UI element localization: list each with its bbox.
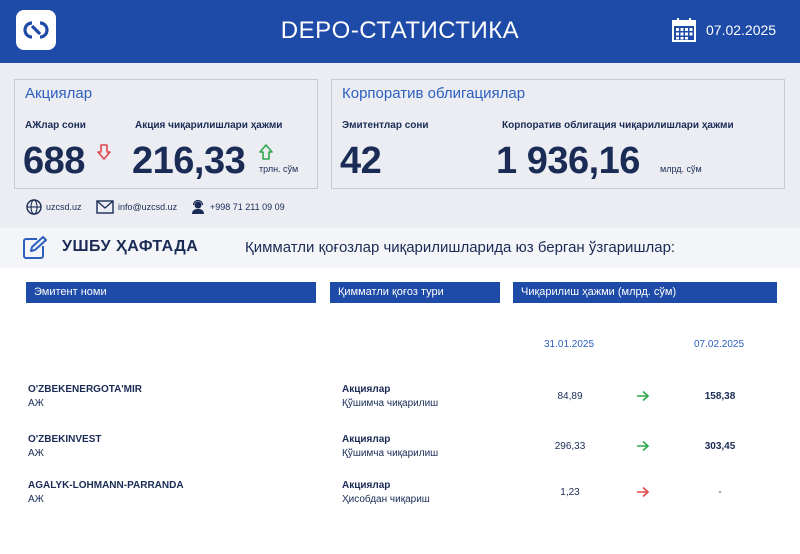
arrow-right-icon [637, 486, 650, 498]
column-header-issuer: Эмитент номи [26, 282, 316, 303]
this-week-bar: УШБУ ҲАФТАДА Қимматли қоғозлар чиқарилиш… [0, 228, 800, 268]
mail-icon [96, 200, 114, 214]
bond-issuers-label: Эмитентлар сони [342, 120, 429, 131]
volume-old: 296,33 [554, 441, 586, 452]
issue-action: Қўшимча чиқарилиш [342, 398, 439, 409]
shares-box: Акциялар АЖлар сони 688 Акция чиқарилишл… [14, 79, 318, 189]
arrow-up-icon [259, 144, 273, 160]
volume-new: - [718, 487, 722, 498]
website-link[interactable]: uzcsd.uz [26, 198, 82, 216]
issuer-name: O'ZBEKENERGOTA'MIR [28, 384, 143, 395]
edit-icon [23, 236, 47, 259]
table-row: O'ZBEKENERGOTA'MIR АЖ Акциялар Қўшимча ч… [0, 384, 800, 424]
issuer-name: AGALYK-LOHMANN-PARRANDA [28, 480, 184, 491]
report-date: 07.02.2025 [706, 22, 777, 38]
security-type: Акциялар [342, 480, 391, 491]
issue-action: Қўшимча чиқарилиш [342, 448, 439, 459]
table-row: AGALYK-LOHMANN-PARRANDA АЖ Акциялар Ҳисо… [0, 480, 800, 520]
shares-volume-label: Акция чиқарилишлари ҳажми [135, 120, 283, 131]
bonds-volume-unit: млрд. сўм [660, 164, 702, 174]
shares-volume-unit: трлн. сўм [259, 164, 299, 174]
email-link[interactable]: info@uzcsd.uz [96, 198, 177, 216]
issuer-type: АЖ [28, 398, 44, 409]
arrow-down-icon [97, 144, 111, 160]
volume-old: 84,89 [557, 391, 583, 402]
security-type: Акциялар [342, 434, 391, 445]
bonds-title: Корпоратив облигациялар [342, 85, 526, 102]
bond-issuers-value: 42 [340, 140, 382, 182]
column-header-security-type: Қимматли қоғоз тури [330, 282, 500, 303]
security-type: Акциялар [342, 384, 391, 395]
calendar-icon [672, 18, 696, 42]
volume-new: 303,45 [704, 441, 736, 452]
this-week-label: УШБУ ҲАФТАДА [62, 238, 199, 255]
phone-text: +998 71 211 09 09 [210, 202, 285, 212]
issuer-type: АЖ [28, 448, 44, 459]
bonds-volume-value: 1 936,16 [496, 140, 640, 182]
bonds-box: Корпоратив облигациялар Эмитентлар сони … [331, 79, 785, 189]
jsc-count-value: 688 [23, 140, 85, 182]
email-text: info@uzcsd.uz [118, 202, 178, 212]
date-new-header: 07.02.2025 [694, 339, 745, 350]
phone-link[interactable]: +998 71 211 09 09 [190, 198, 285, 216]
changes-subtitle: Қимматли қоғозлар чиқарилишларида юз бер… [245, 239, 676, 256]
globe-icon [26, 199, 42, 215]
support-icon [192, 199, 204, 214]
shares-title: Акциялар [25, 85, 93, 102]
website-text: uzcsd.uz [46, 202, 82, 212]
issue-action: Ҳисобдан чиқариш [342, 494, 430, 505]
arrow-right-icon [637, 440, 650, 452]
table-row: O'ZBEKINVEST АЖ Акциялар Қўшимча чиқарил… [0, 434, 800, 474]
column-header-volume: Чиқарилиш ҳажми (млрд. сўм) [513, 282, 777, 303]
contacts-bar: uzcsd.uz info@uzcsd.uz +998 71 211 09 09 [0, 198, 800, 220]
volume-new: 158,38 [704, 391, 736, 402]
arrow-right-icon [637, 390, 650, 402]
jsc-count-label: АЖлар сони [25, 120, 86, 131]
issuer-type: АЖ [28, 494, 44, 505]
issuer-name: O'ZBEKINVEST [28, 434, 102, 445]
volume-old: 1,23 [560, 487, 580, 498]
header-bar: DEPO-СТАТИСТИКА 07.02.2025 [0, 0, 800, 63]
date-old-header: 31.01.2025 [544, 339, 595, 350]
stats-panel: Акциялар АЖлар сони 688 Акция чиқарилишл… [0, 63, 800, 228]
shares-volume-value: 216,33 [132, 140, 246, 182]
bonds-volume-label: Корпоратив облигация чиқарилишлари ҳажми [502, 120, 734, 131]
